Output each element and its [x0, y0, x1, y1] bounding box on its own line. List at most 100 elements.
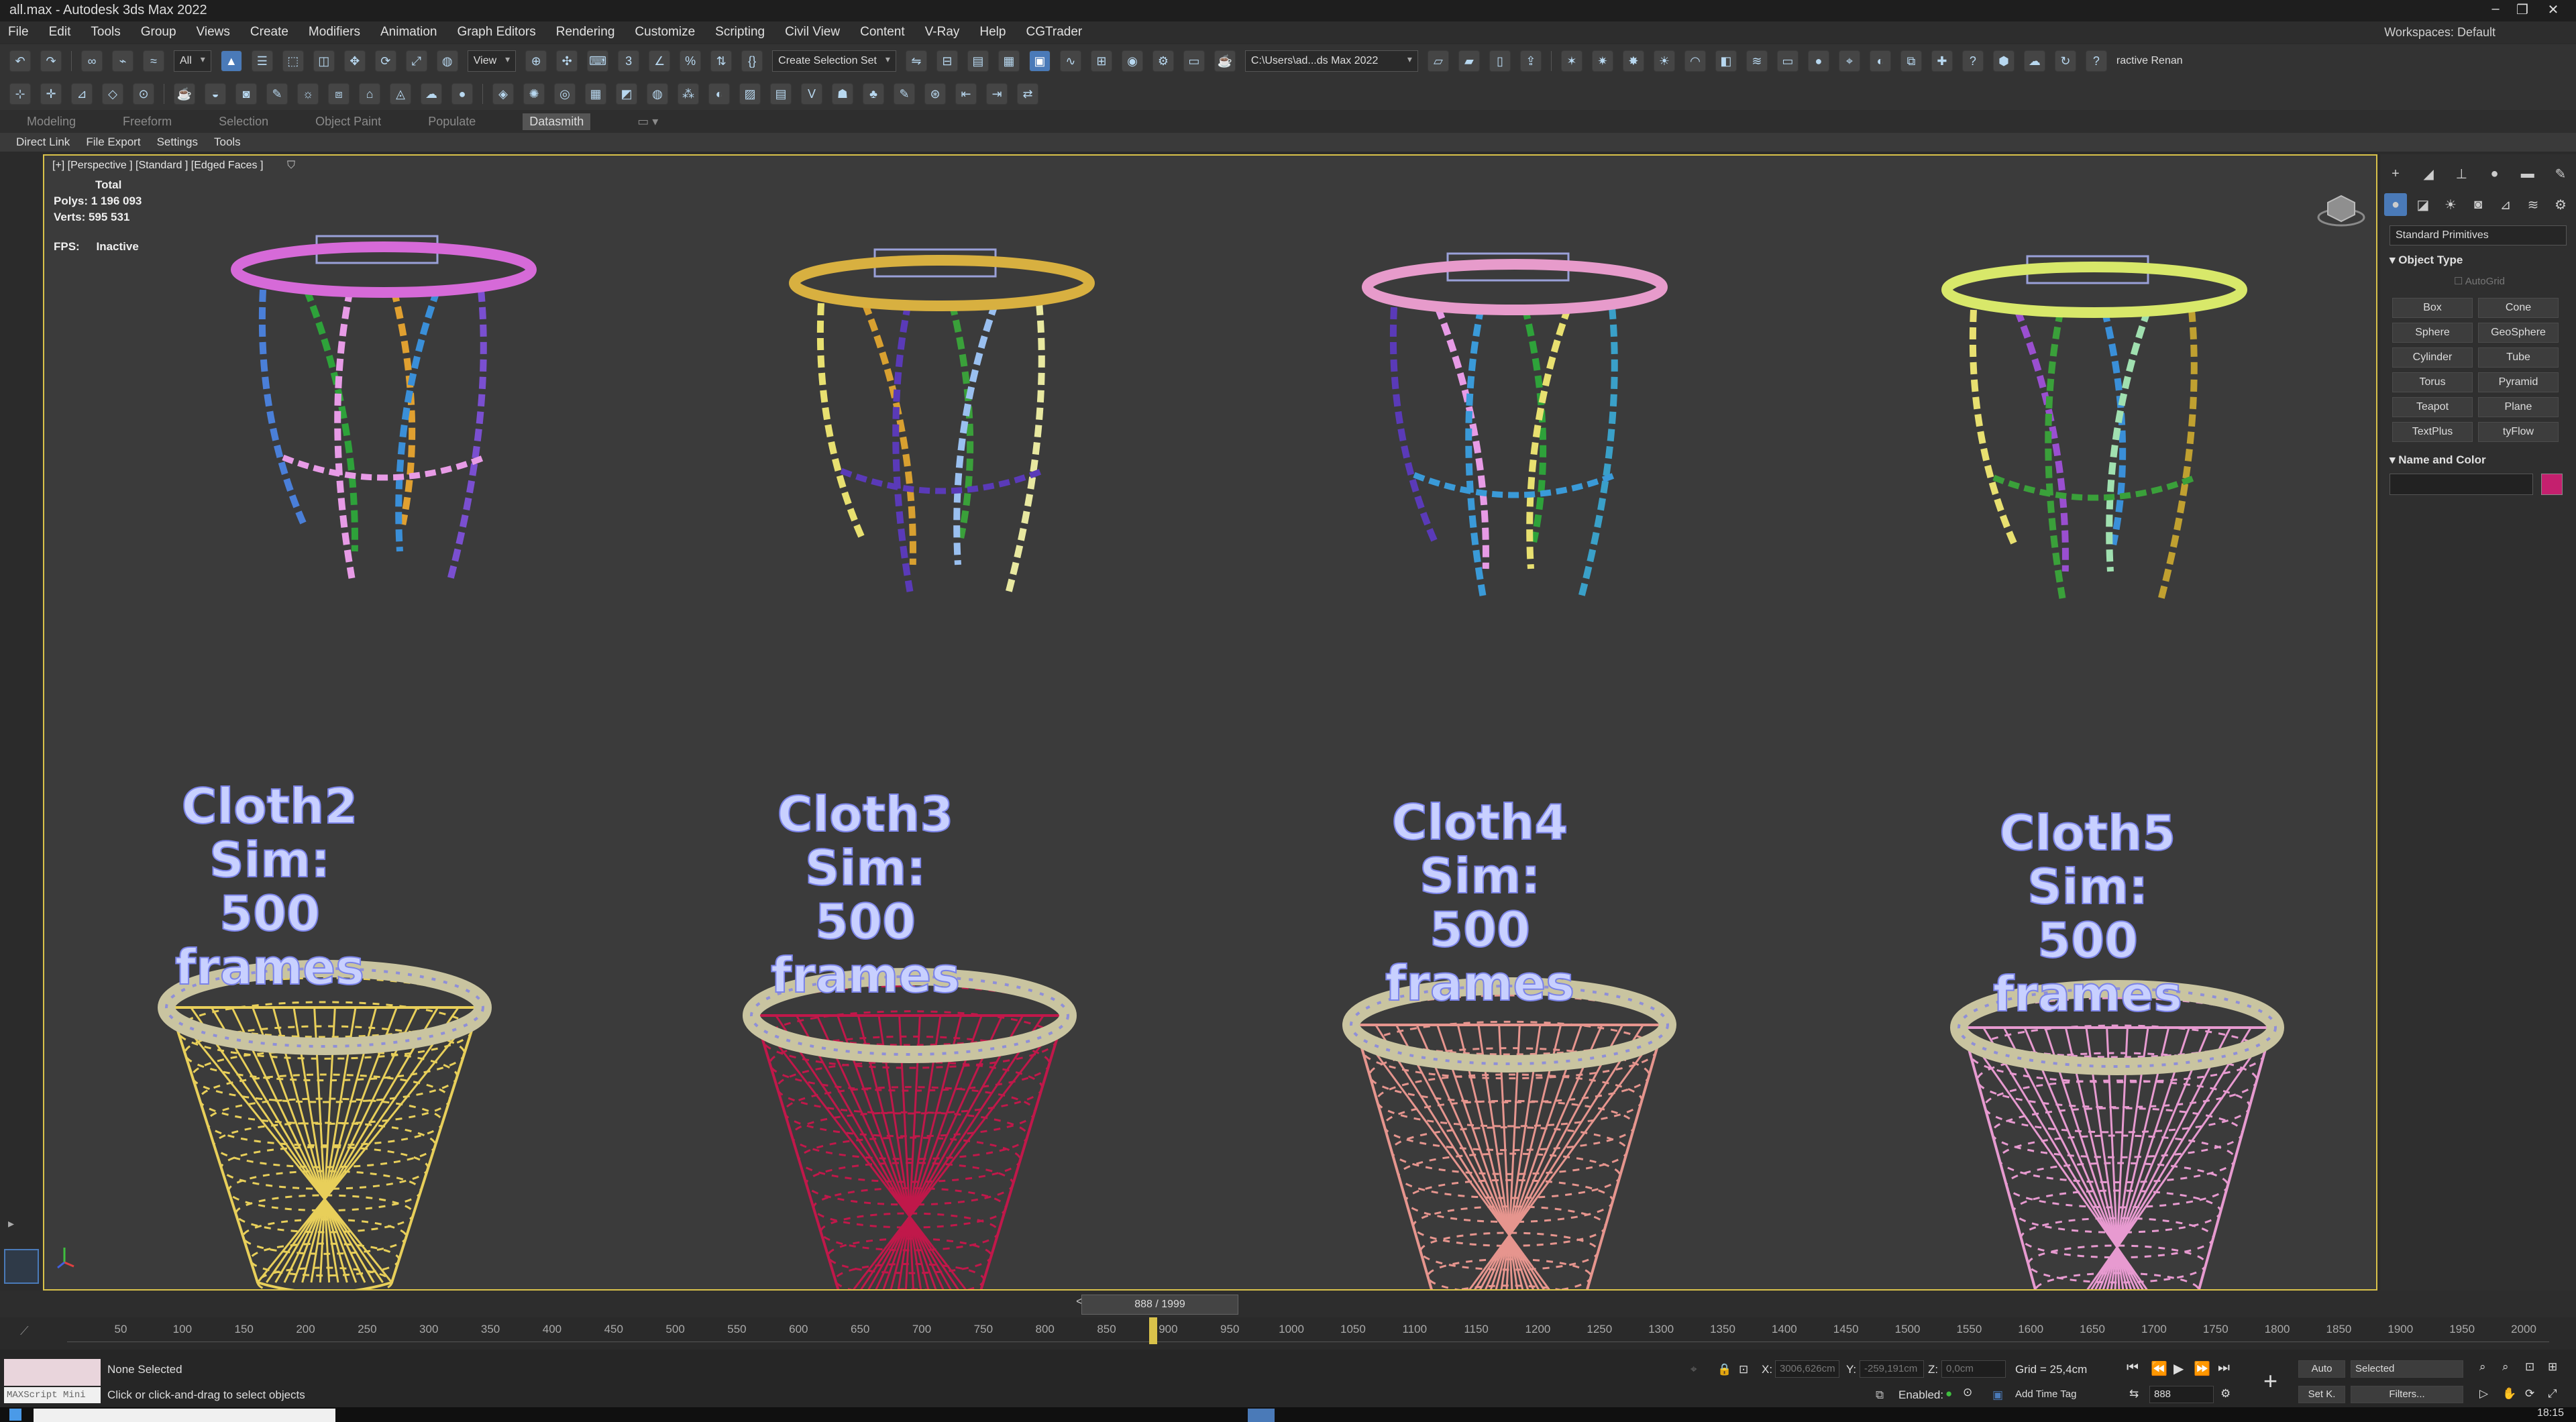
hierarchy-tab-icon[interactable]: ⊥: [2450, 162, 2473, 185]
go-to-start-icon[interactable]: ⏮: [2127, 1360, 2139, 1376]
time-slider-handle[interactable]: 888 / 1999: [1081, 1295, 1238, 1315]
trackbar-toggle-icon[interactable]: ⟋: [20, 1324, 29, 1338]
vray-proxy-icon[interactable]: ◧: [1715, 50, 1737, 72]
snap-face-icon[interactable]: ◇: [102, 83, 123, 105]
toggle-layer-explorer-icon[interactable]: ▦: [998, 50, 1020, 72]
menu-civil-view[interactable]: Civil View: [785, 25, 840, 40]
pen-icon[interactable]: ✎: [894, 83, 915, 105]
pivot-center-icon[interactable]: ⊕: [525, 50, 547, 72]
subtab-settings[interactable]: Settings: [157, 135, 198, 149]
edit-named-selection-icon[interactable]: {}: [741, 50, 763, 72]
modify-tab-icon[interactable]: ◢: [2417, 162, 2440, 185]
mirror-icon[interactable]: ⇋: [905, 50, 927, 72]
ribbon-options-icon[interactable]: ▭ ▾: [637, 115, 658, 129]
layer-icon[interactable]: ▤: [770, 83, 792, 105]
plugin-icon[interactable]: ◈: [492, 83, 514, 105]
lamp-icon[interactable]: ⌂: [359, 83, 380, 105]
vray-sphere-icon[interactable]: ●: [1807, 50, 1829, 72]
paint-icon[interactable]: ◐: [708, 83, 730, 105]
cone-button[interactable]: Cone: [2478, 298, 2559, 318]
pyramid-button[interactable]: Pyramid: [2478, 372, 2559, 392]
ball-icon[interactable]: ◎: [554, 83, 576, 105]
helpers-icon[interactable]: ⊿: [2494, 193, 2517, 216]
render-production-icon[interactable]: ☕: [1214, 50, 1236, 72]
vray-lister-icon[interactable]: ✷: [1591, 50, 1613, 72]
render-iterative-icon[interactable]: ↻: [2054, 50, 2076, 72]
export-scene-icon[interactable]: ⇥: [986, 83, 1008, 105]
zoom-icon[interactable]: ⌕: [2479, 1360, 2486, 1374]
menu-edit[interactable]: Edit: [49, 25, 71, 40]
menu-vray[interactable]: V-Ray: [925, 25, 960, 40]
select-by-name-icon[interactable]: ☰: [251, 50, 273, 72]
set-key-button[interactable]: Set K.: [2298, 1386, 2345, 1403]
save-folder-icon[interactable]: ▯: [1489, 50, 1511, 72]
viewport-layout-icon[interactable]: [4, 1249, 39, 1284]
open-folder-icon[interactable]: ▰: [1458, 50, 1480, 72]
adaptive-degradation-icon[interactable]: ⧉: [1876, 1388, 1884, 1402]
render-region-icon[interactable]: ◩: [616, 83, 637, 105]
menu-rendering[interactable]: Rendering: [556, 25, 615, 40]
menu-content[interactable]: Content: [860, 25, 905, 40]
vray-material-icon[interactable]: ◐: [1869, 50, 1891, 72]
close-button[interactable]: ✕: [2533, 1, 2573, 18]
geosphere-button[interactable]: GeoSphere: [2478, 323, 2559, 343]
curve-editor-icon[interactable]: ∿: [1059, 50, 1081, 72]
tab-populate[interactable]: Populate: [428, 115, 476, 129]
select-object-icon[interactable]: ▲: [220, 50, 242, 72]
image-icon[interactable]: ▨: [739, 83, 761, 105]
set-key-icon[interactable]: +: [2263, 1367, 2277, 1395]
key-mode-icon[interactable]: ⇆: [2129, 1387, 2139, 1401]
vray-sun-icon[interactable]: ☀: [1653, 50, 1675, 72]
taskbar-3dsmax-icon[interactable]: [1248, 1409, 1275, 1422]
lights-icon[interactable]: ☀: [2439, 193, 2462, 216]
render-settings-icon[interactable]: ?: [2085, 50, 2107, 72]
subtab-file-export[interactable]: File Export: [86, 135, 140, 149]
sphere-button[interactable]: Sphere: [2392, 323, 2473, 343]
selection-filter-dropdown[interactable]: All: [174, 50, 211, 72]
select-manipulate-icon[interactable]: ✣: [556, 50, 578, 72]
grid-icon[interactable]: ▦: [585, 83, 606, 105]
helper-icon[interactable]: ⧈: [328, 83, 350, 105]
vray-tools-icon[interactable]: ✚: [1931, 50, 1953, 72]
vray-fur-icon[interactable]: ≋: [1746, 50, 1768, 72]
create-tab-icon[interactable]: +: [2384, 162, 2407, 185]
angle-snap-icon[interactable]: ∠: [649, 50, 671, 72]
rectangular-selection-icon[interactable]: ⬚: [282, 50, 304, 72]
selection-lock-icon[interactable]: ⊹: [9, 83, 31, 105]
redo-icon[interactable]: ↷: [40, 50, 62, 72]
field-of-view-icon[interactable]: ▷: [2479, 1387, 2488, 1401]
time-config-icon[interactable]: ⚙: [2220, 1387, 2231, 1401]
tab-object-paint[interactable]: Object Paint: [315, 115, 381, 129]
space-warps-icon[interactable]: ≋: [2522, 193, 2544, 216]
tab-modeling[interactable]: Modeling: [27, 115, 76, 129]
menu-file[interactable]: File: [8, 25, 29, 40]
box-button[interactable]: Box: [2392, 298, 2473, 318]
reference-coord-dropdown[interactable]: View: [467, 50, 517, 72]
vray-logo-icon[interactable]: V: [801, 83, 822, 105]
vray-dome-icon[interactable]: ◠: [1684, 50, 1706, 72]
link-icon[interactable]: ∞: [81, 50, 103, 72]
render-setup-icon[interactable]: ⚙: [1152, 50, 1174, 72]
expand-arrow-icon[interactable]: ▸: [8, 1217, 14, 1231]
pan-icon[interactable]: ✋: [2502, 1387, 2516, 1401]
snap-vertex-icon[interactable]: ✛: [40, 83, 62, 105]
teapot-icon[interactable]: ☕: [174, 83, 195, 105]
camera-icon[interactable]: ◙: [235, 83, 257, 105]
move-icon[interactable]: ✥: [343, 50, 366, 72]
x-coordinate-field[interactable]: 3006,626cm: [1775, 1360, 1839, 1378]
tab-freeform[interactable]: Freeform: [123, 115, 172, 129]
auto-key-button[interactable]: Auto: [2298, 1360, 2345, 1378]
walk-icon[interactable]: ✎: [266, 83, 288, 105]
add-time-tag-label[interactable]: Add Time Tag: [2015, 1388, 2076, 1400]
display-tab-icon[interactable]: ▬: [2516, 162, 2539, 185]
menu-cgtrader[interactable]: CGTrader: [1026, 25, 1082, 40]
bind-space-warp-icon[interactable]: ≈: [143, 50, 164, 72]
tab-selection[interactable]: Selection: [219, 115, 268, 129]
render-cloud-icon[interactable]: ☁: [2023, 50, 2045, 72]
subtab-direct-link[interactable]: Direct Link: [16, 135, 70, 149]
y-coordinate-field[interactable]: -259,191cm: [1860, 1360, 1924, 1378]
named-selection-dropdown[interactable]: Create Selection Set: [772, 50, 896, 72]
workspaces[interactable]: Workspaces: Default: [2384, 25, 2496, 40]
shapes-icon[interactable]: ◪: [2412, 193, 2434, 216]
project-path-dropdown[interactable]: C:\Users\ad...ds Max 2022: [1244, 50, 1418, 72]
